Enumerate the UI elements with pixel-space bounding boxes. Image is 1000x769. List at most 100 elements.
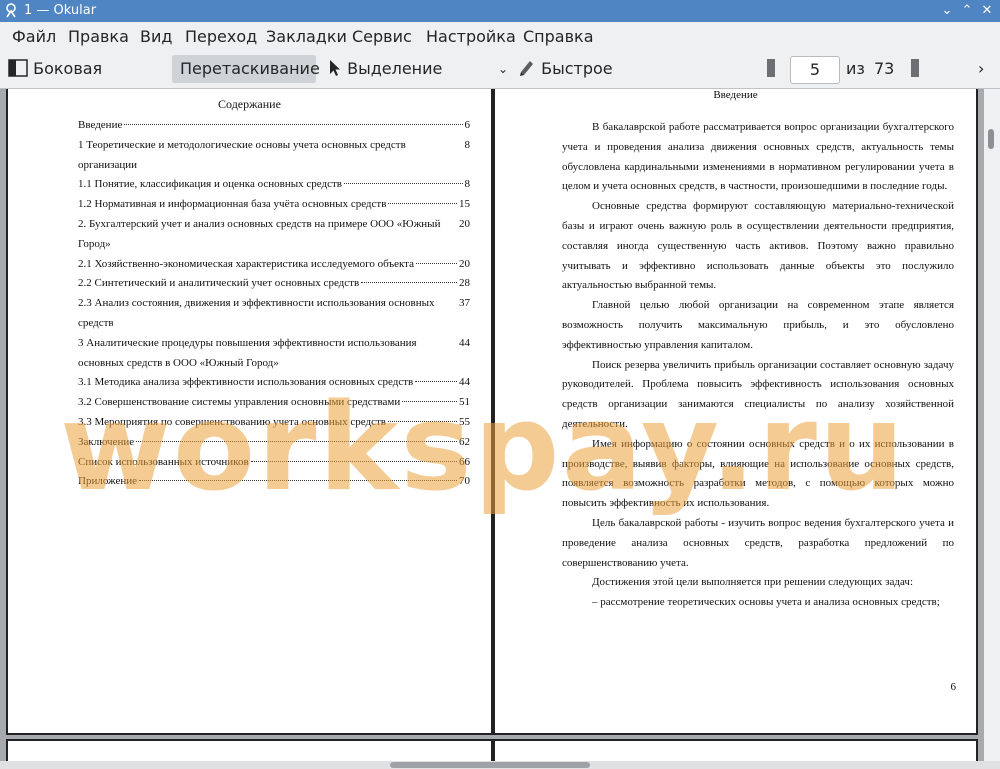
toc-entry[interactable]: 3.3 Мероприятия по совершенствованию уче… xyxy=(78,413,470,433)
toc-entry-text: 3.2 Совершенствование системы управления… xyxy=(78,396,401,409)
text-select-button[interactable]: Выделение текста xyxy=(328,55,488,106)
menu-bookmarks[interactable]: Закладки xyxy=(266,27,347,46)
toc-entry[interactable]: 2.3 Анализ состояния, движения и эффекти… xyxy=(78,294,470,334)
toc-entry-page: 55 xyxy=(459,415,470,428)
quick-annotate-button[interactable]: Быстрое комментирование xyxy=(518,55,758,106)
horizontal-scroll-handle[interactable] xyxy=(390,762,590,768)
chevron-right-icon[interactable]: › xyxy=(978,55,990,83)
toc-entry-page: 8 xyxy=(464,178,471,191)
sidebar-button[interactable]: Боковая панель xyxy=(8,55,164,106)
maximize-icon[interactable]: ⌃ xyxy=(958,2,976,20)
main-toolbar: Боковая панель Перетаскивание Выделение … xyxy=(0,52,1000,106)
page-number: 6 xyxy=(950,681,957,693)
intro-paragraph: Достижения этой цели выполняется при реш… xyxy=(592,576,914,589)
toc-entry[interactable]: 3 Аналитические процедуры повышения эффе… xyxy=(78,334,470,374)
toc-entry-text: 1 Теоретические и методологические основ… xyxy=(78,138,406,171)
toc-entry-text: Заключение xyxy=(78,435,135,448)
toc-entry-text: 2.1 Хозяйственно-экономическая характери… xyxy=(78,257,415,270)
menu-help[interactable]: Справка xyxy=(523,27,594,46)
toc-entry[interactable]: Заключение 62 xyxy=(78,433,470,453)
toc-entry[interactable]: Список использованных источников 66 xyxy=(78,453,470,473)
intro-text: В бакалаврской работе рассматривается во… xyxy=(562,118,954,613)
toc-leader-dots xyxy=(139,480,457,482)
toc-leader-dots xyxy=(416,262,457,264)
toc-entry[interactable]: 3.1 Методика анализа эффективности испол… xyxy=(78,373,470,393)
toc-entry-page: 6 xyxy=(464,119,471,131)
toc-entry-page: 62 xyxy=(459,435,470,448)
toc-entry-text: Приложение xyxy=(78,475,138,488)
menu-edit[interactable]: Правка xyxy=(68,27,129,46)
toc-entry-text: 3.3 Мероприятия по совершенствованию уче… xyxy=(78,415,386,428)
drag-mode-button[interactable]: Перетаскивание xyxy=(172,55,320,83)
toc-leader-dots xyxy=(124,124,463,125)
toc-entry-text: 2. Бухгалтерский учет и анализ основных … xyxy=(78,217,441,250)
vertical-scrollbar[interactable] xyxy=(984,89,1000,761)
menu-tools[interactable]: Сервис xyxy=(352,27,412,46)
page-down-icon[interactable] xyxy=(910,55,922,83)
menu-file[interactable]: Файл xyxy=(12,27,56,46)
toc-entry-page: 70 xyxy=(459,475,470,488)
toc-entry[interactable]: 2.1 Хозяйственно-экономическая характери… xyxy=(78,255,470,275)
toc-entry-page: 20 xyxy=(459,217,470,230)
intro-paragraph: Имея информацию о состоянии основных сре… xyxy=(562,437,954,510)
toc-entry-text: Введение xyxy=(78,119,123,131)
toc-entry-page: 20 xyxy=(459,257,470,270)
menu-bar: Файл Правка Вид Переход Закладки Сервис … xyxy=(0,22,1000,52)
toc-entry[interactable]: 1.2 Нормативная и информационная база уч… xyxy=(78,195,470,215)
toc-entry[interactable]: 1.1 Понятие, классификация и оценка осно… xyxy=(78,175,470,195)
toc-entry-text: 3 Аналитические процедуры повышения эффе… xyxy=(78,336,417,369)
of-label: из xyxy=(846,59,865,78)
intro-title: Введение xyxy=(713,89,758,101)
menu-view[interactable]: Вид xyxy=(140,27,172,46)
close-icon[interactable]: ✕ xyxy=(978,2,996,20)
toc-title: Содержание xyxy=(218,97,281,111)
toc-entry[interactable]: Введение 6 xyxy=(78,116,470,136)
minimize-icon[interactable]: ⌄ xyxy=(938,2,956,20)
intro-list-item: – рассмотрение теоретических основы учет… xyxy=(592,596,940,609)
toc-entry-page: 51 xyxy=(459,396,470,409)
toc-leader-dots xyxy=(343,183,463,185)
page-up-icon[interactable] xyxy=(766,55,778,83)
intro-paragraph: Поиск резерва увеличить прибыль организа… xyxy=(562,358,954,430)
toc-leader-dots xyxy=(250,460,457,462)
toc-leader-dots xyxy=(136,440,457,442)
okular-app-icon xyxy=(6,3,16,18)
toc-entry-text: 2.2 Синтетический и аналитический учет о… xyxy=(78,277,360,290)
document-page-next-left xyxy=(6,739,493,761)
toc-entry-page: 15 xyxy=(459,198,470,211)
total-pages: 73 xyxy=(874,59,895,78)
document-viewport[interactable]: Содержание Введение 6 1 Теоретические и ме… xyxy=(0,89,984,761)
menu-go[interactable]: Переход xyxy=(185,27,257,46)
vertical-scroll-handle[interactable] xyxy=(988,129,994,149)
toc-entry-page: 44 xyxy=(459,336,470,349)
menu-settings[interactable]: Настройка xyxy=(426,27,516,46)
toc-entry[interactable]: Приложение 70 xyxy=(78,472,470,492)
toc-leader-dots xyxy=(388,203,457,205)
title-bar: 1 — Okular ⌄ ⌃ ✕ xyxy=(0,0,1000,22)
toc-entry-text: 2.3 Анализ состояния, движения и эффекти… xyxy=(78,297,435,329)
toc-entry[interactable]: 3.2 Совершенствование системы управления… xyxy=(78,393,470,413)
sidebar-icon xyxy=(8,59,28,77)
toc-entry-text: 1.1 Понятие, классификация и оценка осно… xyxy=(78,178,342,191)
page-number-input[interactable]: 5 xyxy=(790,56,840,84)
toc-entry-page: 44 xyxy=(459,376,470,389)
window-title: 1 — Okular xyxy=(24,3,97,18)
toc-entry[interactable]: 2. Бухгалтерский учет и анализ основных … xyxy=(78,215,470,255)
toc-leader-dots xyxy=(415,381,457,383)
intro-paragraph: В бакалаврской работе рассматривается во… xyxy=(562,121,954,193)
horizontal-scrollbar[interactable] xyxy=(0,761,1000,769)
toc-entry-page: 37 xyxy=(459,297,470,310)
intro-paragraph: Цель бакалаврской работы - изучить вопро… xyxy=(562,516,954,569)
document-page-next-right xyxy=(493,739,978,761)
toc-leader-dots xyxy=(387,420,457,422)
toc-entry-text: Список использованных источников xyxy=(78,455,249,468)
intro-paragraph: Главной целью любой организации на совре… xyxy=(562,299,954,351)
toc-leader-dots xyxy=(361,282,457,284)
toc-entry-page: 66 xyxy=(459,455,470,468)
chevron-down-icon[interactable]: ⌄ xyxy=(498,55,510,83)
toc-leader-dots xyxy=(402,401,457,403)
toc-entry-page: 8 xyxy=(464,138,471,151)
annotate-pen-icon xyxy=(520,61,533,76)
toc-entry[interactable]: 2.2 Синтетический и аналитический учет о… xyxy=(78,274,470,294)
toc-entry[interactable]: 1 Теоретические и методологические основ… xyxy=(78,136,470,176)
